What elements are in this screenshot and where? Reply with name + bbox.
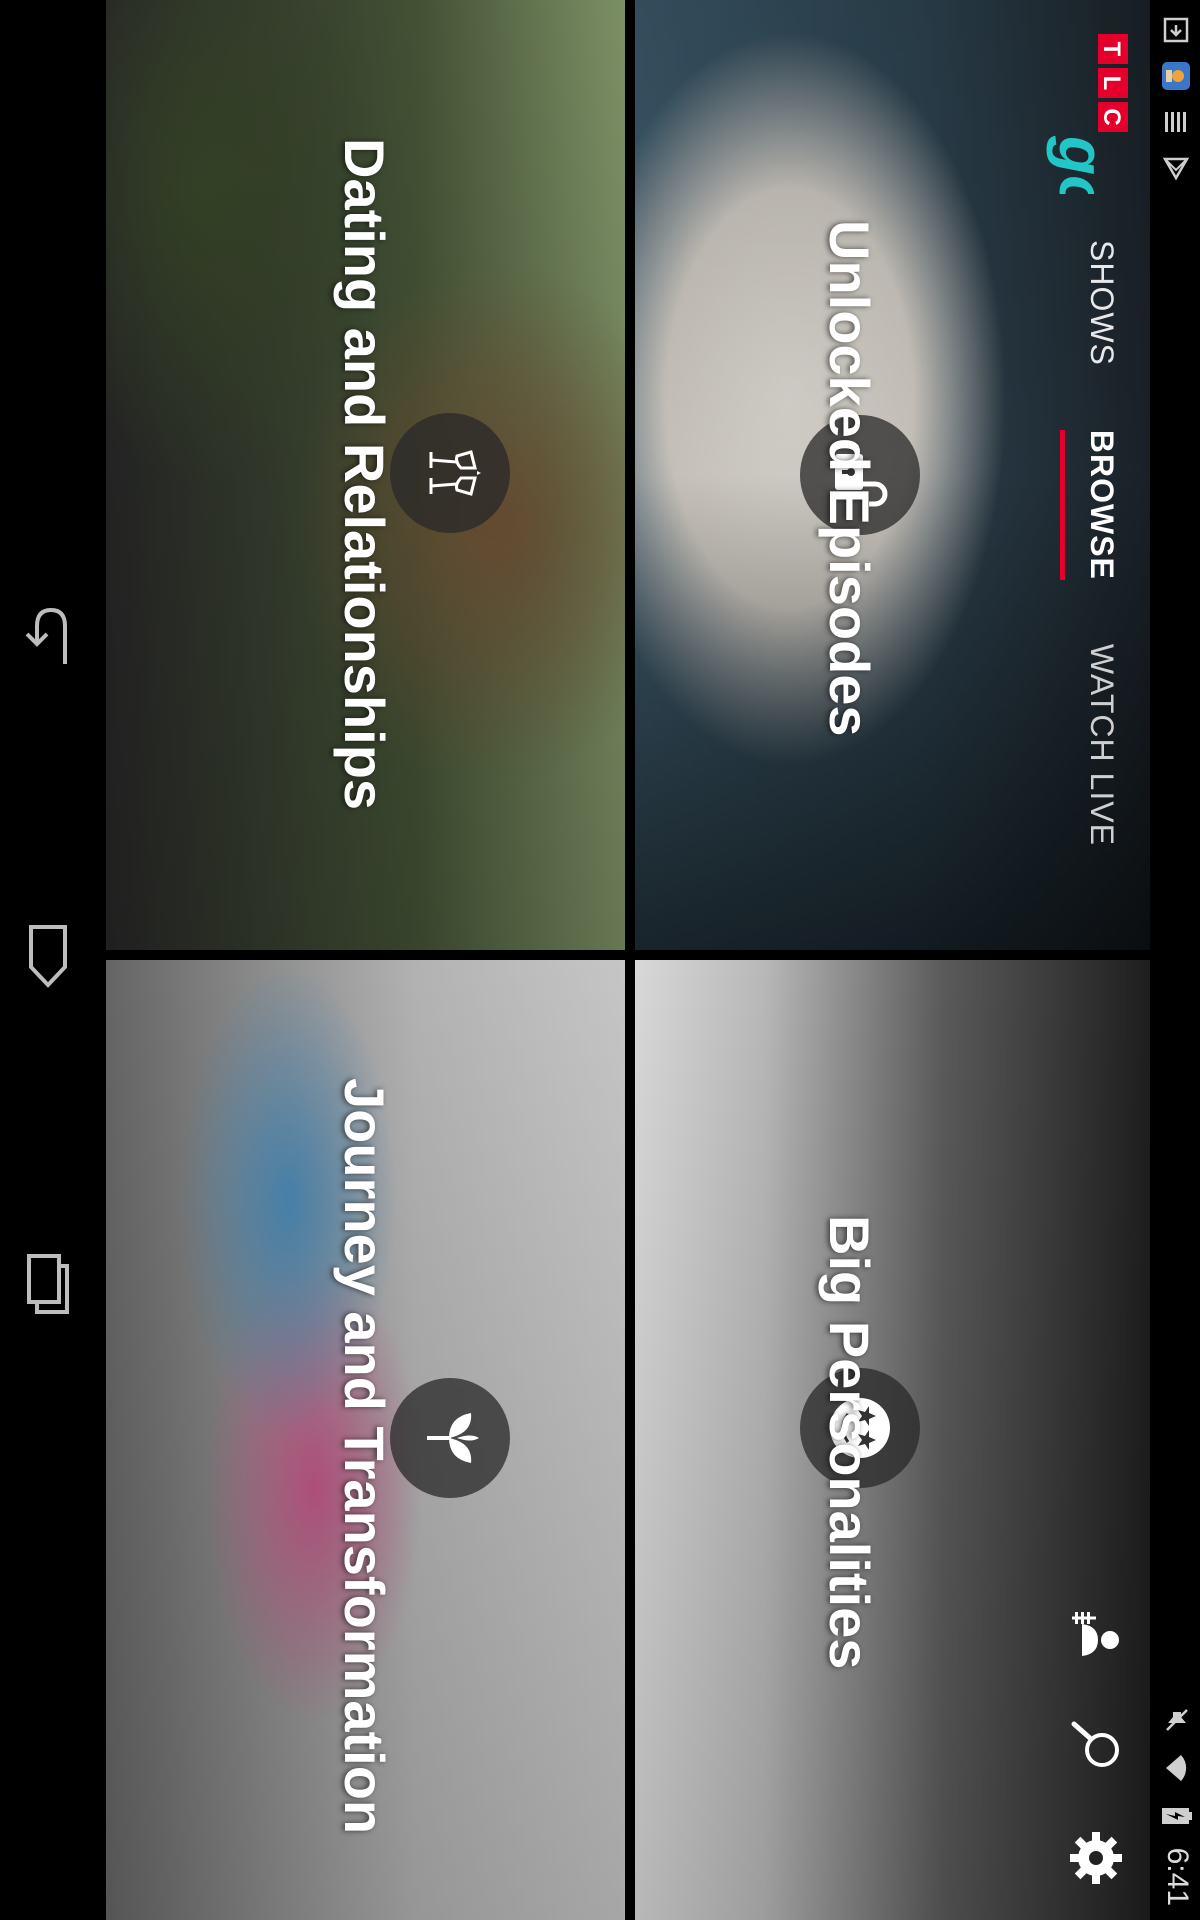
clock: 6:41 <box>1161 1847 1194 1906</box>
storage-icon <box>1160 106 1192 138</box>
active-tab-indicator <box>1060 429 1065 580</box>
app-screen: 6:41 Unlocked Episodes Big Personalities… <box>0 0 1200 1920</box>
recents-icon <box>27 1254 69 1314</box>
svg-text:go: go <box>1046 135 1118 194</box>
wifi-icon <box>1161 1752 1193 1784</box>
battery-charging-icon <box>1161 1800 1193 1832</box>
sprout-icon <box>390 1378 510 1498</box>
cast-profile-icon[interactable] <box>1064 1602 1128 1666</box>
tile-journey-transformation[interactable]: Journey and Transformation <box>106 960 625 1920</box>
recents-button[interactable] <box>20 1252 76 1322</box>
tab-label: BROWSE <box>1084 429 1120 580</box>
toast-glasses-icon <box>390 413 510 533</box>
tab-watch-live[interactable]: WATCH LIVE <box>1060 644 1120 846</box>
home-icon <box>29 925 67 988</box>
play-store-icon <box>1160 152 1192 184</box>
main-tabs: SHOWS BROWSE WATCH LIVE <box>1060 240 1120 846</box>
back-icon <box>25 607 67 664</box>
mute-icon <box>1161 1704 1193 1736</box>
tile-title: Journey and Transformation <box>333 1078 396 1835</box>
tile-title: Dating and Relationships <box>333 138 396 811</box>
tile-dating-relationships[interactable]: Dating and Relationships <box>106 0 625 950</box>
tab-label: WATCH LIVE <box>1084 643 1120 846</box>
home-button[interactable] <box>20 923 76 993</box>
tab-label: SHOWS <box>1084 240 1120 366</box>
tab-browse[interactable]: BROWSE <box>1060 429 1120 580</box>
svg-text:L: L <box>1098 76 1125 91</box>
header-actions <box>1064 1602 1128 1890</box>
tab-shows[interactable]: SHOWS <box>1060 240 1120 366</box>
tile-title: Unlocked Episodes <box>818 220 881 737</box>
settings-icon[interactable] <box>1064 1826 1128 1890</box>
status-bar: 6:41 <box>1150 0 1200 1920</box>
svg-text:T: T <box>1098 42 1125 57</box>
search-icon[interactable] <box>1064 1714 1128 1778</box>
back-button[interactable] <box>20 604 76 674</box>
tile-title: Big Personalities <box>818 1215 881 1670</box>
svg-text:C: C <box>1098 108 1125 125</box>
app-notification-icon <box>1160 60 1192 92</box>
tlc-go-logo[interactable]: T L C go <box>1035 34 1130 214</box>
screenshot-icon <box>1160 14 1192 46</box>
system-nav-bar <box>0 0 96 1920</box>
